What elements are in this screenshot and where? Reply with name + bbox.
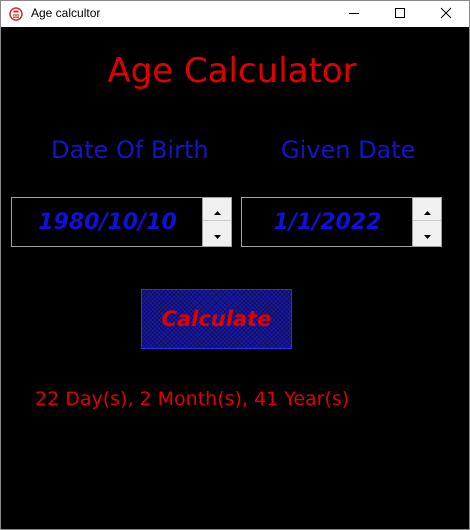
given-date-spinbox[interactable]: 1/1/2022 — [241, 197, 442, 247]
calculate-button[interactable]: Calculate — [141, 289, 292, 349]
given-date-value[interactable]: 1/1/2022 — [242, 198, 413, 246]
arrow-up-icon — [213, 200, 221, 219]
date-of-birth-spinbox[interactable]: 1980/10/10 — [11, 197, 232, 247]
arrow-down-icon — [213, 224, 221, 243]
app-window: Age calcultor Age Calculator Date Of Bir… — [0, 0, 470, 530]
arrow-down-icon — [423, 224, 431, 243]
date-of-birth-label: Date Of Birth — [51, 136, 209, 164]
result-text: 22 Day(s), 2 Month(s), 41 Year(s) — [35, 388, 350, 410]
date-of-birth-spin-buttons — [202, 198, 231, 246]
date-of-birth-decrement-button[interactable] — [203, 222, 231, 245]
close-button[interactable] — [423, 1, 469, 25]
client-area: Age Calculator Date Of Birth Given Date … — [1, 27, 469, 529]
window-title: Age calcultor — [31, 6, 101, 20]
title-bar[interactable]: Age calcultor — [1, 1, 469, 27]
maximize-icon — [394, 7, 406, 19]
app-heading: Age Calculator — [107, 51, 357, 91]
arrow-up-icon — [423, 200, 431, 219]
minimize-button[interactable] — [331, 1, 377, 25]
date-of-birth-increment-button[interactable] — [203, 198, 231, 221]
given-date-spin-buttons — [412, 198, 441, 246]
given-date-increment-button[interactable] — [413, 198, 441, 221]
given-date-decrement-button[interactable] — [413, 222, 441, 245]
date-of-birth-value[interactable]: 1980/10/10 — [12, 198, 203, 246]
minimize-icon — [348, 7, 360, 19]
maximize-button[interactable] — [377, 1, 423, 25]
given-date-label: Given Date — [281, 136, 416, 164]
close-icon — [440, 7, 452, 19]
calculator-app-icon — [9, 6, 23, 21]
